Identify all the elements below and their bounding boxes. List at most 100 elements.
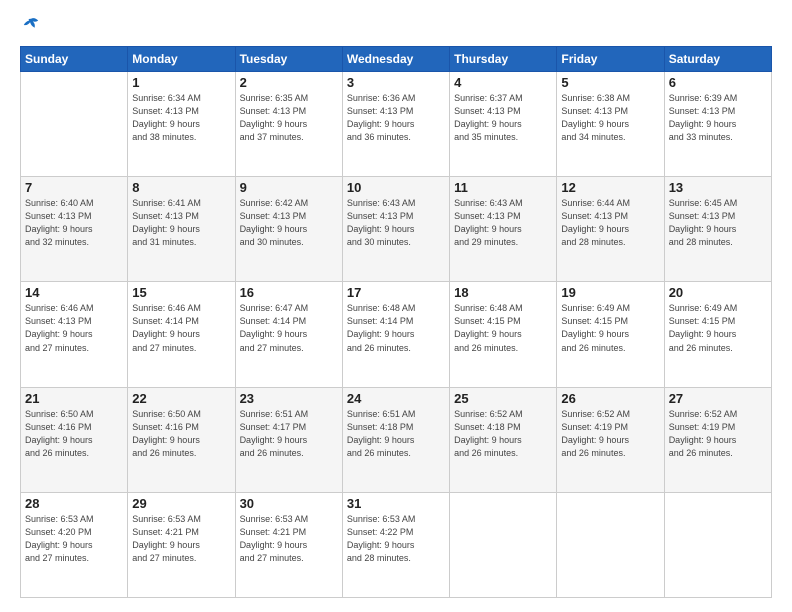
day-info: Sunrise: 6:46 AM Sunset: 4:14 PM Dayligh… [132, 302, 230, 354]
calendar-cell: 19 Sunrise: 6:49 AM Sunset: 4:15 PM Dayli… [557, 282, 664, 387]
day-info: Sunrise: 6:51 AM Sunset: 4:17 PM Dayligh… [240, 408, 338, 460]
calendar-cell: 21Sunrise: 6:50 AM Sunset: 4:16 PM Dayli… [21, 387, 128, 492]
calendar-cell: 8Sunrise: 6:41 AM Sunset: 4:13 PM Daylig… [128, 177, 235, 282]
column-header-thursday: Thursday [450, 47, 557, 72]
day-number: 15 [132, 285, 230, 300]
day-info: Sunrise: 6:51 AM Sunset: 4:18 PM Dayligh… [347, 408, 445, 460]
calendar-cell: 11Sunrise: 6:43 AM Sunset: 4:13 PM Dayli… [450, 177, 557, 282]
day-info: Sunrise: 6:37 AM Sunset: 4:13 PM Dayligh… [454, 92, 552, 144]
day-number: 2 [240, 75, 338, 90]
calendar-cell: 20 Sunrise: 6:49 AM Sunset: 4:15 PM Dayli… [664, 282, 771, 387]
day-info: Sunrise: 6:52 AM Sunset: 4:19 PM Dayligh… [669, 408, 767, 460]
calendar-cell: 16 Sunrise: 6:47 AM Sunset: 4:14 PM Dayli… [235, 282, 342, 387]
header [20, 18, 772, 36]
calendar-cell: 3 Sunrise: 6:36 AM Sunset: 4:13 PM Daylig… [342, 72, 449, 177]
calendar-cell: 31 Sunrise: 6:53 AM Sunset: 4:22 PM Dayli… [342, 492, 449, 597]
calendar-cell: 26Sunrise: 6:52 AM Sunset: 4:19 PM Dayli… [557, 387, 664, 492]
week-row-5: 28Sunrise: 6:53 AM Sunset: 4:20 PM Dayli… [21, 492, 772, 597]
day-info: Sunrise: 6:48 AM Sunset: 4:14 PM Dayligh… [347, 302, 445, 354]
day-number: 16 [240, 285, 338, 300]
calendar-cell: 12Sunrise: 6:44 AM Sunset: 4:13 PM Dayli… [557, 177, 664, 282]
week-row-1: 1Sunrise: 6:34 AM Sunset: 4:13 PM Daylig… [21, 72, 772, 177]
calendar-cell: 9 Sunrise: 6:42 AM Sunset: 4:13 PM Daylig… [235, 177, 342, 282]
calendar-cell: 13Sunrise: 6:45 AM Sunset: 4:13 PM Dayli… [664, 177, 771, 282]
day-number: 21 [25, 391, 123, 406]
day-number: 22 [132, 391, 230, 406]
week-row-2: 7 Sunrise: 6:40 AM Sunset: 4:13 PM Daylig… [21, 177, 772, 282]
day-number: 29 [132, 496, 230, 511]
week-row-4: 21 Sunrise: 6:50 AM Sunset: 4:16 PM Dayli… [21, 387, 772, 492]
day-number: 3 [347, 75, 445, 90]
calendar-cell [450, 492, 557, 597]
column-header-friday: Friday [557, 47, 664, 72]
day-number: 30 [240, 496, 338, 511]
day-number: 24 [347, 391, 445, 406]
calendar-table: SundayMondayTuesdayWednesdayThursdayFrid… [20, 46, 772, 598]
logo-bird-icon [22, 16, 40, 34]
day-info: Sunrise: 6:48 AM Sunset: 4:15 PM Dayligh… [454, 302, 552, 354]
day-info: Sunrise: 6:35 AM Sunset: 4:13 PM Dayligh… [240, 92, 338, 144]
day-number: 8 [132, 180, 230, 195]
calendar-cell: 15 Sunrise: 6:46 AM Sunset: 4:14 PM Dayli… [128, 282, 235, 387]
calendar-cell: 30 Sunrise: 6:53 AM Sunset: 4:21 PM Dayli… [235, 492, 342, 597]
day-info: Sunrise: 6:34 AM Sunset: 4:13 PM Dayligh… [132, 92, 230, 144]
column-header-tuesday: Tuesday [235, 47, 342, 72]
calendar-cell: 27 Sunrise: 6:52 AM Sunset: 4:19 PM Dayli… [664, 387, 771, 492]
calendar-cell: 5 Sunrise: 6:38 AM Sunset: 4:13 PM Daylig… [557, 72, 664, 177]
day-info: Sunrise: 6:53 AM Sunset: 4:22 PM Dayligh… [347, 513, 445, 565]
day-number: 10 [347, 180, 445, 195]
day-number: 20 [669, 285, 767, 300]
column-header-wednesday: Wednesday [342, 47, 449, 72]
calendar-cell: 22 Sunrise: 6:50 AM Sunset: 4:16 PM Dayli… [128, 387, 235, 492]
page: SundayMondayTuesdayWednesdayThursdayFrid… [0, 0, 792, 612]
day-number: 14 [25, 285, 123, 300]
day-info: Sunrise: 6:39 AM Sunset: 4:13 PM Dayligh… [669, 92, 767, 144]
day-info: Sunrise: 6:52 AM Sunset: 4:18 PM Dayligh… [454, 408, 552, 460]
day-info: Sunrise: 6:44 AM Sunset: 4:13 PM Dayligh… [561, 197, 659, 249]
day-info: Sunrise: 6:49 AM Sunset: 4:15 PM Dayligh… [561, 302, 659, 354]
day-info: Sunrise: 6:40 AM Sunset: 4:13 PM Dayligh… [25, 197, 123, 249]
calendar-cell: 23 Sunrise: 6:51 AM Sunset: 4:17 PM Dayli… [235, 387, 342, 492]
calendar-cell [21, 72, 128, 177]
day-number: 17 [347, 285, 445, 300]
day-number: 9 [240, 180, 338, 195]
day-number: 5 [561, 75, 659, 90]
day-number: 6 [669, 75, 767, 90]
calendar-cell: 2 Sunrise: 6:35 AM Sunset: 4:13 PM Daylig… [235, 72, 342, 177]
day-number: 13 [669, 180, 767, 195]
calendar-cell: 4 Sunrise: 6:37 AM Sunset: 4:13 PM Daylig… [450, 72, 557, 177]
day-number: 11 [454, 180, 552, 195]
day-info: Sunrise: 6:46 AM Sunset: 4:13 PM Dayligh… [25, 302, 123, 354]
day-number: 27 [669, 391, 767, 406]
week-row-3: 14 Sunrise: 6:46 AM Sunset: 4:13 PM Dayli… [21, 282, 772, 387]
day-number: 4 [454, 75, 552, 90]
calendar-cell: 1Sunrise: 6:34 AM Sunset: 4:13 PM Daylig… [128, 72, 235, 177]
calendar-cell: 25 Sunrise: 6:52 AM Sunset: 4:18 PM Dayli… [450, 387, 557, 492]
day-number: 7 [25, 180, 123, 195]
day-info: Sunrise: 6:53 AM Sunset: 4:21 PM Dayligh… [240, 513, 338, 565]
day-number: 19 [561, 285, 659, 300]
day-info: Sunrise: 6:42 AM Sunset: 4:13 PM Dayligh… [240, 197, 338, 249]
calendar-cell: 24 Sunrise: 6:51 AM Sunset: 4:18 PM Dayli… [342, 387, 449, 492]
day-info: Sunrise: 6:38 AM Sunset: 4:13 PM Dayligh… [561, 92, 659, 144]
day-number: 25 [454, 391, 552, 406]
column-header-monday: Monday [128, 47, 235, 72]
calendar-cell: 29 Sunrise: 6:53 AM Sunset: 4:21 PM Dayli… [128, 492, 235, 597]
day-info: Sunrise: 6:53 AM Sunset: 4:20 PM Dayligh… [25, 513, 123, 565]
day-info: Sunrise: 6:49 AM Sunset: 4:15 PM Dayligh… [669, 302, 767, 354]
calendar-cell: 17 Sunrise: 6:48 AM Sunset: 4:14 PM Dayli… [342, 282, 449, 387]
day-number: 26 [561, 391, 659, 406]
logo [20, 18, 40, 36]
day-number: 23 [240, 391, 338, 406]
day-info: Sunrise: 6:36 AM Sunset: 4:13 PM Dayligh… [347, 92, 445, 144]
calendar-cell [557, 492, 664, 597]
day-info: Sunrise: 6:50 AM Sunset: 4:16 PM Dayligh… [132, 408, 230, 460]
calendar-cell: 28Sunrise: 6:53 AM Sunset: 4:20 PM Dayli… [21, 492, 128, 597]
day-info: Sunrise: 6:47 AM Sunset: 4:14 PM Dayligh… [240, 302, 338, 354]
day-number: 31 [347, 496, 445, 511]
day-info: Sunrise: 6:53 AM Sunset: 4:21 PM Dayligh… [132, 513, 230, 565]
calendar-cell: 7 Sunrise: 6:40 AM Sunset: 4:13 PM Daylig… [21, 177, 128, 282]
calendar-cell: 6 Sunrise: 6:39 AM Sunset: 4:13 PM Daylig… [664, 72, 771, 177]
day-info: Sunrise: 6:43 AM Sunset: 4:13 PM Dayligh… [347, 197, 445, 249]
column-header-saturday: Saturday [664, 47, 771, 72]
